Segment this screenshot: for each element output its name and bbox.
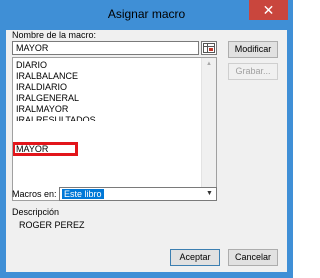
chevron-down-icon[interactable]: ▼ [203,188,216,200]
description-text: ROGER PEREZ [19,220,85,230]
macro-name-input[interactable]: MAYOR [12,41,199,55]
range-select-button[interactable] [201,41,217,55]
list-item[interactable]: IRALDIARIO [16,82,67,93]
selection-highlight-box [13,142,78,156]
accept-button[interactable]: Aceptar [170,249,220,266]
modify-button-label: Modificar [234,44,272,54]
macros-in-select[interactable]: Este libro ▼ [59,187,217,201]
range-select-icon [203,43,215,53]
cancel-button[interactable]: Cancelar [228,249,278,266]
list-item[interactable]: IRALRESULTADOS [16,115,96,121]
list-scrollbar[interactable]: ▲ ▼ [201,58,216,200]
macros-in-label: Macros en: [12,189,57,199]
list-item[interactable]: IRALBALANCE [16,71,78,82]
scroll-up-icon[interactable]: ▲ [202,58,216,70]
close-button[interactable]: ✕ [249,0,288,20]
title-bar[interactable]: Asignar macro ✕ [0,0,293,30]
assign-macro-dialog: Asignar macro ✕ Nombre de la macro: MAYO… [0,0,293,278]
close-icon: ✕ [262,2,275,18]
list-item[interactable]: IRALGENERAL [16,93,79,104]
modify-button[interactable]: Modificar [228,41,278,58]
macro-name-label: Nombre de la macro: [12,30,97,40]
record-button-label: Grabar... [235,66,271,76]
list-item[interactable]: DIARIO [16,60,47,71]
list-item[interactable]: IRALMAYOR [16,104,68,115]
macro-list: DIARIO IRALBALANCE IRALDIARIO IRALGENERA… [13,58,202,200]
description-label: Descripción [12,207,60,217]
accept-button-label: Aceptar [179,252,211,262]
record-button[interactable]: Grabar... [228,63,278,80]
dialog-body: Nombre de la macro: MAYOR DIARIO IRALBAL… [6,30,287,272]
macros-in-value: Este libro [62,189,104,199]
cancel-button-label: Cancelar [234,252,272,262]
macro-listbox[interactable]: DIARIO IRALBALANCE IRALDIARIO IRALGENERA… [12,57,217,201]
